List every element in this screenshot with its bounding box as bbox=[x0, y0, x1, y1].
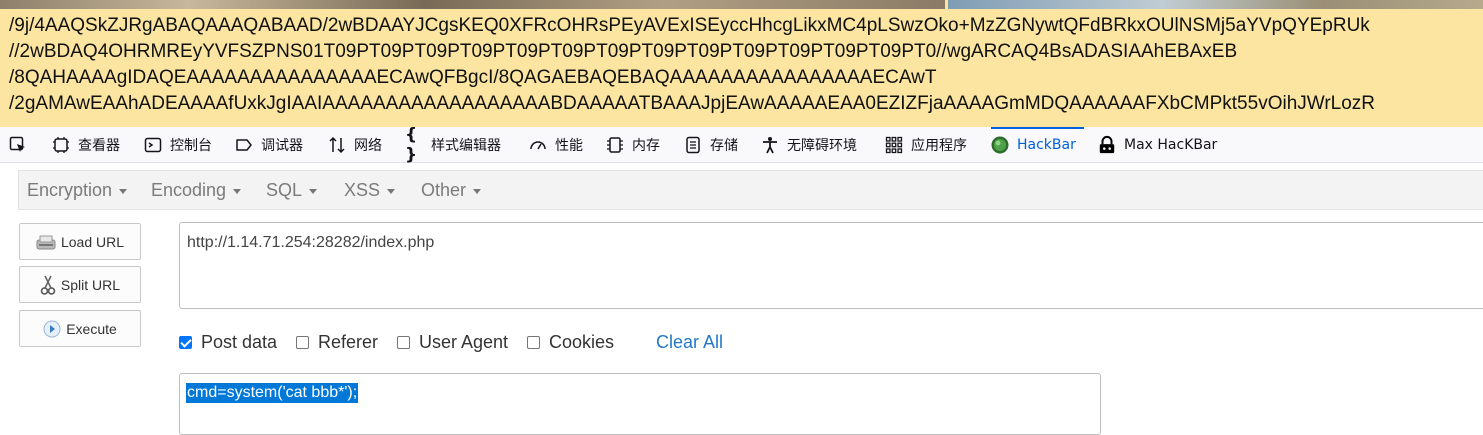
base64-text-block: /9j/4AAQSkZJRgABAQAAAQABAAD/2wBDAAYJCgsK… bbox=[9, 13, 1479, 117]
execute-button[interactable]: Execute bbox=[19, 310, 141, 347]
load-url-button[interactable]: Load URL bbox=[19, 223, 141, 260]
tab-label: 查看器 bbox=[78, 137, 120, 154]
load-url-label: Load URL bbox=[60, 233, 125, 250]
image-preview-left bbox=[0, 0, 945, 9]
clear-all-link[interactable]: Clear All bbox=[656, 330, 723, 354]
tab-performance[interactable]: 性能 bbox=[529, 127, 583, 162]
tab-label: 应用程序 bbox=[911, 137, 967, 154]
devtools-toolbar: 查看器 控制台 调试器 网络 { } 样式编辑器 性能 内存 存储 无障碍环境 … bbox=[0, 124, 1483, 165]
checkbox-icon bbox=[296, 335, 309, 349]
caret-down-icon bbox=[387, 188, 396, 194]
checkbox-icon bbox=[397, 335, 410, 349]
base64-line: /9j/4AAQSkZJRgABAQAAAQABAAD/2wBDAAYJCgsK… bbox=[9, 15, 1370, 36]
memory-icon bbox=[606, 136, 624, 154]
tab-style-editor[interactable]: { } 样式编辑器 bbox=[405, 124, 501, 165]
menu-label: XSS bbox=[344, 179, 381, 200]
console-icon bbox=[144, 136, 162, 154]
tab-label: 网络 bbox=[354, 137, 382, 154]
url-textarea[interactable]: http://1.14.71.254:28282/index.php bbox=[179, 222, 1483, 309]
cookies-checkbox[interactable]: Cookies bbox=[527, 330, 614, 354]
tab-label: 存储 bbox=[710, 137, 738, 154]
play-icon bbox=[43, 320, 61, 338]
menu-label: Other bbox=[421, 179, 467, 200]
hackbar-menu-bar: Encryption Encoding SQL XSS Other bbox=[18, 170, 1483, 210]
accessibility-icon bbox=[761, 136, 779, 154]
storage-icon bbox=[684, 136, 702, 154]
tab-label: HackBar bbox=[1017, 136, 1076, 153]
base64-line: //2wBDAQ4OHRMREyYVFSZPNS01T09PT09PT09PT0… bbox=[9, 41, 1238, 62]
split-url-button[interactable]: Split URL bbox=[19, 266, 141, 303]
tab-label: Max HacKBar bbox=[1124, 136, 1218, 153]
referer-label: Referer bbox=[318, 331, 379, 352]
menu-encoding[interactable]: Encoding bbox=[151, 171, 242, 209]
tab-debugger[interactable]: 调试器 bbox=[235, 127, 303, 162]
caret-down-icon bbox=[233, 188, 242, 194]
hackbar-icon bbox=[991, 136, 1009, 154]
tab-label: 无障碍环境 bbox=[787, 137, 857, 154]
load-url-icon bbox=[36, 234, 56, 250]
tab-label: 调试器 bbox=[261, 137, 303, 154]
tab-storage[interactable]: 存储 bbox=[684, 127, 738, 162]
post-data-checkbox[interactable]: Post data bbox=[179, 330, 277, 354]
caret-down-icon bbox=[473, 188, 482, 194]
checkbox-checked-icon bbox=[179, 335, 192, 349]
network-icon bbox=[328, 136, 346, 154]
base64-line: /2gAMAwEAAhADEAAAAfUxkJgIAAIAAAAAAAAAAAA… bbox=[9, 93, 1376, 114]
base64-line: /8QAHAAAAgIDAQEAAAAAAAAAAAAAAAECAwQFBgcI… bbox=[9, 67, 937, 88]
tab-accessibility[interactable]: 无障碍环境 bbox=[761, 127, 857, 162]
menu-encryption[interactable]: Encryption bbox=[27, 171, 128, 209]
tab-memory[interactable]: 内存 bbox=[606, 127, 660, 162]
page-content-area: /9j/4AAQSkZJRgABAQAAAQABAAD/2wBDAAYJCgsK… bbox=[0, 0, 1483, 127]
tab-label: 内存 bbox=[632, 137, 660, 154]
tab-label: 控制台 bbox=[170, 137, 212, 154]
debugger-icon bbox=[235, 136, 253, 154]
element-picker-button[interactable] bbox=[9, 127, 33, 162]
element-picker-icon bbox=[9, 136, 27, 154]
tab-console[interactable]: 控制台 bbox=[144, 127, 212, 162]
application-icon bbox=[885, 136, 903, 154]
style-editor-icon: { } bbox=[405, 124, 418, 165]
max-hackbar-icon bbox=[1098, 135, 1116, 154]
tab-max-hackbar[interactable]: Max HacKBar bbox=[1098, 127, 1217, 162]
menu-other[interactable]: Other bbox=[421, 171, 482, 209]
split-url-label: Split URL bbox=[60, 276, 121, 293]
referer-checkbox[interactable]: Referer bbox=[296, 330, 378, 354]
execute-label: Execute bbox=[66, 320, 117, 337]
inspector-icon bbox=[52, 136, 70, 154]
caret-down-icon bbox=[119, 188, 128, 194]
tab-inspector[interactable]: 查看器 bbox=[52, 127, 120, 162]
menu-label: Encryption bbox=[27, 179, 113, 200]
menu-sql[interactable]: SQL bbox=[266, 171, 318, 209]
post-data-textarea[interactable]: cmd=system('cat bbb*'); bbox=[179, 373, 1101, 435]
performance-icon bbox=[529, 136, 547, 154]
url-text: http://1.14.71.254:28282/index.php bbox=[187, 234, 435, 251]
menu-xss[interactable]: XSS bbox=[344, 171, 396, 209]
tab-application[interactable]: 应用程序 bbox=[885, 127, 967, 162]
tab-label: 样式编辑器 bbox=[431, 137, 501, 154]
tab-network[interactable]: 网络 bbox=[328, 127, 382, 162]
image-preview-right bbox=[948, 0, 1483, 9]
tab-hackbar[interactable]: HackBar bbox=[991, 127, 1084, 162]
post-data-text: cmd=system('cat bbb*'); bbox=[186, 383, 359, 403]
menu-label: SQL bbox=[266, 179, 303, 200]
cookies-label: Cookies bbox=[549, 331, 615, 352]
menu-label: Encoding bbox=[151, 179, 227, 200]
scissors-icon bbox=[40, 275, 56, 295]
checkbox-icon bbox=[527, 335, 540, 349]
user-agent-label: User Agent bbox=[419, 331, 509, 352]
tab-label: 性能 bbox=[555, 137, 583, 154]
caret-down-icon bbox=[309, 188, 318, 194]
user-agent-checkbox[interactable]: User Agent bbox=[397, 330, 508, 354]
post-data-label: Post data bbox=[201, 331, 278, 352]
